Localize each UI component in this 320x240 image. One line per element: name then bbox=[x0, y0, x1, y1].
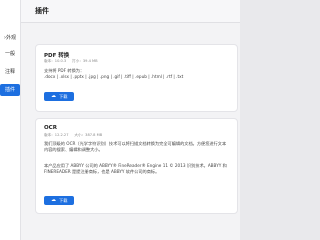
plugin-list: PDF 转换 版本：10.0.3 打小：39.4 MB 支持将 PDF 转换为：… bbox=[21, 23, 240, 240]
header-bar: 插件 bbox=[21, 0, 240, 23]
plugin-meta: 版本：12.2.27 大小：387.8 MB bbox=[44, 133, 103, 137]
plugin-name: PDF 转换 bbox=[44, 53, 70, 59]
plugin-formats: .docx | .xlsx | .pptx | .jpg | .png | .g… bbox=[44, 74, 184, 79]
download-cloud-icon: ☁ bbox=[51, 93, 56, 99]
sidebar-item-general[interactable]: 一般 bbox=[0, 48, 20, 60]
download-button-label: 下载 bbox=[59, 94, 68, 99]
download-cloud-icon: ☁ bbox=[51, 197, 56, 203]
sidebar-item-label: 插件 bbox=[4, 87, 15, 93]
download-button-label: 下载 bbox=[59, 198, 68, 203]
sidebar-item-annotation[interactable]: 注释 bbox=[0, 66, 20, 78]
sidebar-item-label: 注释 bbox=[4, 69, 15, 75]
plugin-card-ocr: OCR 版本：12.2.27 大小：387.8 MB 我们顶级的 OCR（光学字… bbox=[35, 118, 238, 214]
settings-window: ›外观 一般 注释 插件 插件 PDF 转换 版本：10.0.3 打小：39.4… bbox=[0, 0, 240, 240]
download-button[interactable]: ☁ 下载 bbox=[44, 92, 74, 101]
sidebar: ›外观 一般 注释 插件 bbox=[0, 0, 21, 240]
sidebar-item-plugins[interactable]: 插件 bbox=[0, 84, 20, 96]
plugin-license: 本产品应用了 ABBYY 公司的 ABBYY® FineReader® Engi… bbox=[44, 163, 227, 174]
plugin-description: 我们顶级的 OCR（光学字符识别）技术可以将扫描文档转换为完全可编辑的文档。方便… bbox=[44, 141, 227, 152]
plugin-name: OCR bbox=[44, 125, 57, 131]
sidebar-item-label: 一般 bbox=[4, 51, 15, 57]
download-button[interactable]: ☁ 下载 bbox=[44, 196, 74, 205]
page-title: 插件 bbox=[35, 7, 49, 15]
sidebar-item-appearance[interactable]: ›外观 bbox=[0, 32, 20, 44]
plugin-card-pdf-convert: PDF 转换 版本：10.0.3 打小：39.4 MB 支持将 PDF 转换为：… bbox=[35, 44, 238, 112]
sidebar-item-label: 外观 bbox=[5, 35, 16, 41]
plugin-meta: 版本：10.0.3 打小：39.4 MB bbox=[44, 59, 98, 63]
